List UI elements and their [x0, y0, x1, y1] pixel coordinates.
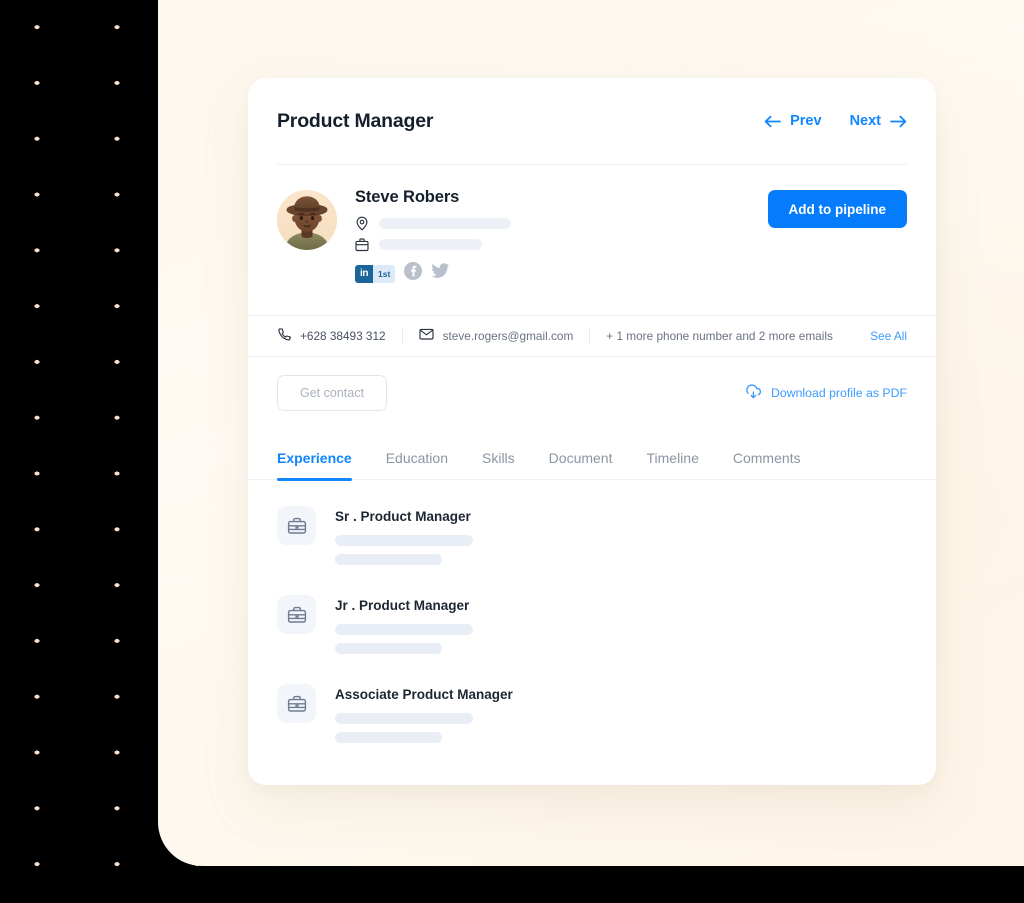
actions-row: Get contact Download profile as PDF	[248, 357, 936, 411]
contact-info-row: +628 38493 312 steve.rogers@gmail.com + …	[248, 315, 936, 357]
pagination-controls: Prev Next	[764, 113, 907, 129]
arrow-left-icon	[764, 115, 782, 128]
experience-title: Associate Product Manager	[335, 687, 513, 702]
experience-title: Jr . Product Manager	[335, 598, 470, 613]
phone-icon	[277, 327, 291, 346]
list-item[interactable]: Jr . Product Manager	[277, 595, 907, 654]
company-placeholder	[379, 239, 482, 250]
next-button[interactable]: Next	[850, 113, 907, 129]
briefcase-icon	[355, 237, 369, 252]
cloud-download-icon	[745, 383, 762, 403]
page-title: Product Manager	[277, 109, 434, 132]
card-header: Product Manager Prev Next	[248, 78, 936, 164]
briefcase-icon	[277, 684, 316, 723]
linkedin-link[interactable]: in 1st	[355, 264, 396, 283]
facebook-icon[interactable]	[404, 262, 423, 285]
experience-placeholder-line	[335, 554, 442, 565]
linkedin-icon: in	[355, 264, 373, 283]
tab-document[interactable]: Document	[549, 450, 613, 479]
email-cell[interactable]: steve.rogers@gmail.com	[401, 327, 590, 346]
tab-skills[interactable]: Skills	[482, 450, 515, 479]
avatar	[277, 190, 337, 250]
experience-body: Jr . Product Manager	[335, 595, 473, 654]
download-pdf-label: Download profile as PDF	[770, 386, 907, 400]
connection-degree-badge: 1st	[373, 264, 396, 283]
experience-placeholder-line	[335, 732, 442, 743]
experience-body: Associate Product Manager	[335, 684, 513, 743]
location-pin-icon	[355, 216, 369, 231]
more-contacts-text: + 1 more phone number and 2 more emails	[606, 329, 833, 343]
tab-experience[interactable]: Experience	[277, 450, 352, 481]
briefcase-icon	[277, 595, 316, 634]
experience-placeholder-line	[335, 643, 442, 654]
prev-button[interactable]: Prev	[764, 113, 822, 129]
phone-number: +628 38493 312	[300, 329, 386, 343]
experience-placeholder-line	[335, 535, 473, 546]
social-links: in 1st	[355, 262, 768, 285]
identity-text: Steve Robers in 1st	[355, 188, 768, 285]
tab-timeline[interactable]: Timeline	[646, 450, 698, 479]
briefcase-icon	[277, 506, 316, 545]
experience-list: Sr . Product Manager Jr . Product Manage…	[248, 480, 936, 743]
twitter-icon[interactable]	[431, 262, 450, 285]
more-contacts-cell: + 1 more phone number and 2 more emails	[589, 328, 849, 344]
phone-cell[interactable]: +628 38493 312	[277, 327, 402, 346]
download-pdf-link[interactable]: Download profile as PDF	[745, 383, 907, 403]
add-to-pipeline-button[interactable]: Add to pipeline	[767, 190, 907, 228]
experience-placeholder-line	[335, 713, 473, 724]
identity-section: Steve Robers in 1st Add to pipeline	[248, 165, 936, 285]
prev-label: Prev	[790, 113, 822, 129]
person-name: Steve Robers	[355, 188, 460, 206]
profile-card: Product Manager Prev Next Steve Robers i…	[248, 78, 936, 785]
arrow-right-icon	[890, 115, 907, 128]
get-contact-button[interactable]: Get contact	[277, 375, 387, 411]
tab-education[interactable]: Education	[386, 450, 448, 479]
experience-body: Sr . Product Manager	[335, 506, 473, 565]
list-item[interactable]: Associate Product Manager	[277, 684, 907, 743]
list-item[interactable]: Sr . Product Manager	[277, 506, 907, 565]
email-address: steve.rogers@gmail.com	[442, 329, 574, 343]
envelope-icon	[419, 327, 434, 346]
location-placeholder	[379, 218, 511, 229]
next-label: Next	[849, 113, 881, 129]
experience-title: Sr . Product Manager	[335, 509, 471, 524]
tab-comments[interactable]: Comments	[733, 450, 801, 479]
company-row	[355, 237, 768, 252]
see-all-link[interactable]: See All	[870, 329, 907, 343]
experience-placeholder-line	[335, 624, 473, 635]
location-row	[355, 216, 768, 231]
tabs-bar: Experience Education Skills Document Tim…	[248, 450, 936, 481]
